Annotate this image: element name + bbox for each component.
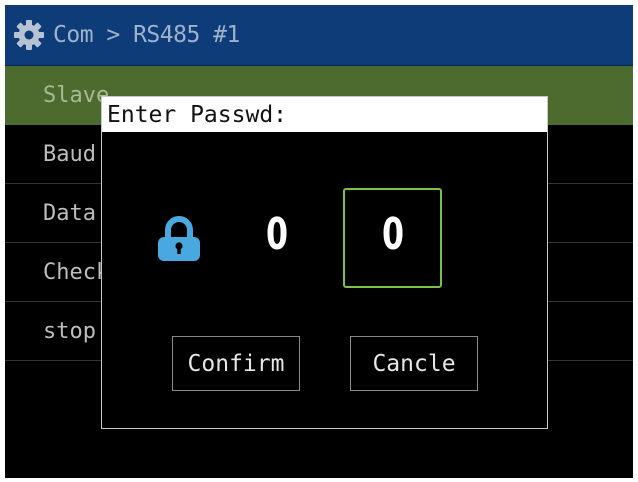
password-digit-1[interactable]: 0 bbox=[259, 205, 295, 265]
confirm-button[interactable]: Confirm bbox=[172, 336, 300, 391]
menu-item-label: Baud bbox=[43, 142, 96, 167]
cancel-button[interactable]: Cancle bbox=[350, 336, 478, 391]
password-digit-2[interactable]: 0 bbox=[375, 205, 411, 265]
device-screen: Com > RS485 #1 Slave Baud Data Check sto… bbox=[5, 5, 633, 478]
gear-icon[interactable] bbox=[13, 19, 45, 51]
breadcrumb: Com > RS485 #1 bbox=[53, 22, 240, 48]
password-dialog: Enter Passwd: 0 0 Confirm Cancle bbox=[101, 96, 548, 429]
menu-item-label: Data bbox=[43, 201, 96, 226]
lock-icon bbox=[158, 216, 200, 261]
menu-item-label: Check bbox=[43, 260, 110, 285]
dialog-title: Enter Passwd: bbox=[102, 97, 547, 132]
title-bar: Com > RS485 #1 bbox=[5, 5, 633, 66]
menu-item-label: stop bbox=[43, 319, 96, 344]
menu-item-label: Slave bbox=[43, 83, 110, 108]
